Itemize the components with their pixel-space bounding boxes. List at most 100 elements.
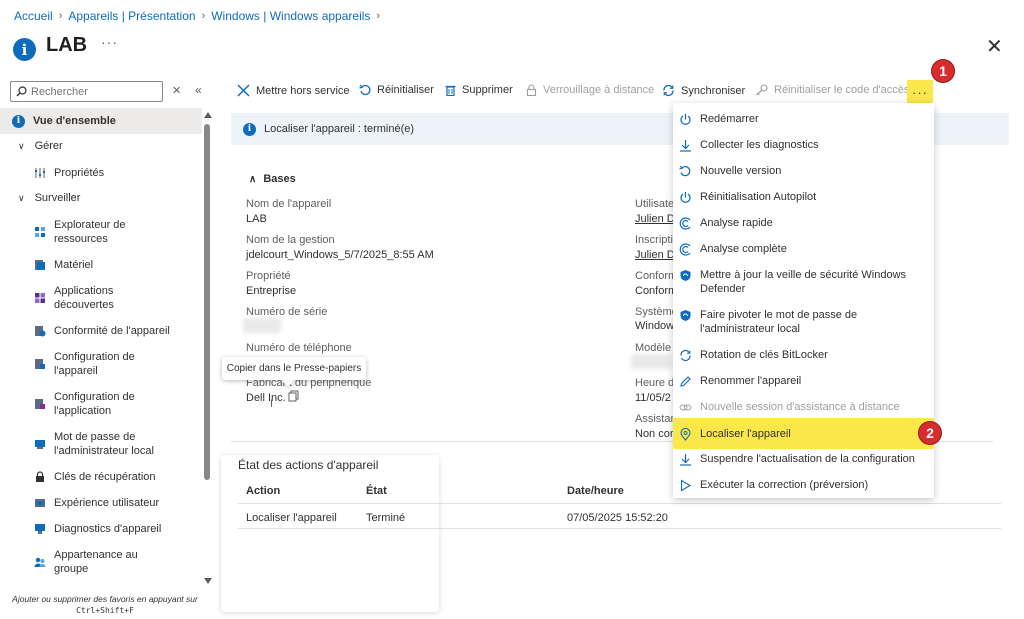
- more-actions-button[interactable]: ···: [907, 80, 933, 104]
- close-icon: [237, 84, 250, 97]
- copy-icon[interactable]: [288, 390, 299, 402]
- retire-button[interactable]: Mettre hors service: [237, 84, 350, 97]
- menu-item-label: Suspendre l'actualisation de la configur…: [700, 453, 915, 465]
- prop-label: Système: [635, 306, 678, 318]
- user-link[interactable]: Julien D: [635, 213, 675, 225]
- search-input[interactable]: [31, 85, 151, 98]
- menu-item-quick-scan[interactable]: Analyse rapide: [673, 216, 934, 230]
- lock-icon: [36, 471, 44, 482]
- location-pin-icon: [680, 427, 691, 441]
- copy-tooltip: Copier dans le Presse-papiers: [222, 357, 366, 380]
- reset-passcode-button[interactable]: Réinitialiser le code d'accès: [755, 84, 909, 96]
- actions-title: État des actions d'appareil: [238, 458, 379, 472]
- sidebar-item-group-membership[interactable]: Appartenance au groupe: [34, 548, 144, 576]
- prop-label: Propriété: [246, 270, 291, 282]
- info-icon: i: [13, 38, 36, 61]
- search-input-container[interactable]: [10, 81, 163, 102]
- menu-item-fresh-start[interactable]: Nouvelle version: [673, 164, 934, 178]
- menu-item-bitlocker-rotation[interactable]: Rotation de clés BitLocker: [673, 348, 934, 362]
- sidebar-item-label: Expérience utilisateur: [54, 497, 160, 509]
- close-button[interactable]: ✕: [986, 34, 1003, 59]
- remote-lock-button[interactable]: Verrouillage à distance: [526, 84, 654, 96]
- menu-item-full-scan[interactable]: Analyse complète: [673, 242, 934, 256]
- breadcrumb-devices[interactable]: Appareils | Présentation: [68, 9, 195, 23]
- table-cell-action: Localiser l'appareil: [246, 512, 337, 524]
- menu-item-restart[interactable]: Redémarrer: [673, 112, 934, 126]
- menu-item-locate-device[interactable]: Localiser l'appareil: [673, 418, 934, 449]
- clear-search-icon[interactable]: ✕: [172, 84, 181, 97]
- prop-label: Numéro de série: [246, 306, 328, 318]
- menu-item-label: Renommer l'appareil: [700, 375, 802, 387]
- essentials-toggle[interactable]: ∧ Bases: [249, 173, 296, 185]
- sidebar-item-label: Matériel: [54, 259, 94, 271]
- menu-item-rotate-laps[interactable]: Faire pivoter le mot de passe de l'admin…: [673, 308, 934, 336]
- prop-label: Assistan: [635, 413, 677, 425]
- prop-value: Window: [635, 320, 675, 332]
- play-icon: [680, 479, 692, 492]
- sidebar-scroll-thumb[interactable]: [204, 124, 210, 480]
- apps-icon: [35, 293, 45, 303]
- sidebar-item-user-experience[interactable]: Expérience utilisateur: [34, 496, 159, 510]
- menu-item-label: Analyse rapide: [700, 217, 773, 229]
- sidebar-item-resource-explorer[interactable]: Explorateur de ressources: [34, 218, 144, 246]
- sync-label: Synchroniser: [681, 84, 746, 97]
- more-options-icon[interactable]: ···: [101, 34, 118, 50]
- reset-button[interactable]: Réinitialiser: [359, 84, 434, 96]
- column-header-datetime[interactable]: Date/heure: [567, 485, 624, 497]
- chevron-right-icon: ›: [58, 10, 63, 22]
- step-badge-1: 1: [931, 59, 955, 83]
- menu-item-pause-config[interactable]: Suspendre l'actualisation de la configur…: [673, 452, 934, 466]
- sidebar-item-app-config[interactable]: Configuration de l'application: [34, 390, 144, 418]
- breadcrumb-home[interactable]: Accueil: [14, 9, 53, 23]
- column-header-action[interactable]: Action: [246, 485, 280, 497]
- menu-item-rename[interactable]: Renommer l'appareil: [673, 374, 934, 388]
- menu-item-collect-diagnostics[interactable]: Collecter les diagnostics: [673, 138, 934, 152]
- menu-item-remote-assistance[interactable]: Nouvelle session d'assistance à distance: [673, 400, 934, 414]
- menu-item-run-remediation[interactable]: Exécuter la correction (préversion): [673, 478, 934, 492]
- prop-label: Modèle: [635, 342, 672, 354]
- sidebar-item-label: Gérer: [34, 140, 63, 152]
- banner-text: Localiser l'appareil : terminé(e): [264, 123, 415, 135]
- sidebar-item-compliance[interactable]: Conformité de l'appareil: [34, 324, 170, 338]
- sidebar-group-monitor[interactable]: ∨ Surveiller: [18, 191, 80, 205]
- sidebar-group-manage[interactable]: ∨ Gérer: [18, 139, 63, 153]
- reset-icon: [359, 84, 371, 96]
- column-header-state[interactable]: État: [366, 485, 387, 497]
- sidebar-item-hardware[interactable]: Matériel: [34, 258, 93, 272]
- prop-value: Non cor: [635, 428, 674, 440]
- menu-item-autopilot-reset[interactable]: Réinitialisation Autopilot: [673, 190, 934, 204]
- group-icon: [34, 557, 46, 567]
- menu-item-label: Rotation de clés BitLocker: [700, 349, 828, 361]
- favorites-hint-text: Ajouter ou supprimer des favoris en appu…: [12, 594, 198, 604]
- scroll-up-icon[interactable]: [204, 112, 212, 118]
- prop-label: Conform: [635, 270, 678, 282]
- sidebar-item-overview[interactable]: i Vue d'ensemble: [0, 108, 202, 134]
- sidebar-item-label: Clés de récupération: [54, 471, 156, 483]
- sidebar-item-label: Appartenance au groupe: [54, 549, 138, 575]
- sidebar-item-properties[interactable]: Propriétés: [34, 166, 104, 180]
- sidebar-item-label: Configuration de l'appareil: [54, 351, 135, 377]
- menu-item-label: Collecter les diagnostics: [700, 139, 819, 151]
- sidebar-item-discovered-apps[interactable]: Applications découvertes: [34, 284, 134, 312]
- collapse-sidebar-icon[interactable]: «: [195, 83, 202, 97]
- app-config-icon: [35, 399, 45, 409]
- sync-button[interactable]: Synchroniser: [662, 84, 745, 97]
- reset-icon: [679, 165, 691, 177]
- sidebar-item-label: Vue d'ensemble: [33, 115, 116, 127]
- sidebar-item-laps[interactable]: Mot de passe de l'administrateur local: [34, 430, 164, 458]
- delete-button[interactable]: Supprimer: [445, 84, 513, 96]
- power-icon: [680, 192, 691, 203]
- enrolled-by-link[interactable]: Julien D: [635, 249, 675, 261]
- sidebar-item-device-config[interactable]: Configuration de l'appareil: [34, 350, 144, 378]
- section-title: Bases: [263, 173, 296, 185]
- breadcrumb: Accueil › Appareils | Présentation › Win…: [14, 9, 380, 23]
- scroll-down-icon[interactable]: [204, 578, 212, 584]
- sidebar-item-diagnostics[interactable]: Diagnostics d'appareil: [34, 522, 161, 536]
- sidebar-item-label: Configuration de l'application: [54, 391, 135, 417]
- row-divider: [238, 528, 1001, 529]
- sidebar-item-recovery-keys[interactable]: Clés de récupération: [34, 470, 156, 484]
- breadcrumb-windows[interactable]: Windows | Windows appareils: [211, 9, 370, 23]
- menu-item-update-defender[interactable]: Mettre à jour la veille de sécurité Wind…: [673, 268, 934, 296]
- info-icon: i: [243, 122, 256, 136]
- sidebar-item-label: Diagnostics d'appareil: [54, 523, 162, 535]
